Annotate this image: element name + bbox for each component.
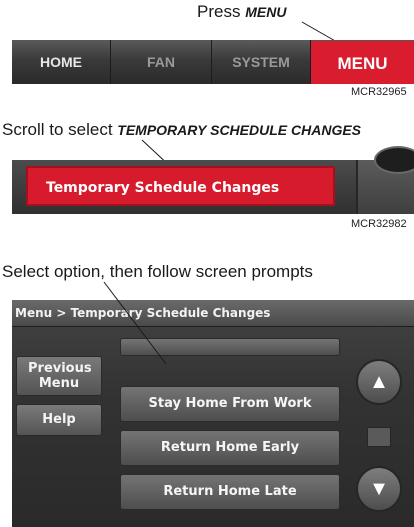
step3-callout: Select option, then follow screen prompt…: [2, 262, 313, 281]
previous-menu-label: Previous Menu: [28, 361, 92, 391]
main-nav-bar: HOME FAN SYSTEM MENU: [12, 40, 414, 84]
menu-list-panel: Temporary Schedule Changes: [12, 146, 414, 214]
scroll-up-button[interactable]: [374, 146, 414, 174]
tab-fan[interactable]: FAN: [111, 40, 212, 84]
help-button[interactable]: Help: [16, 404, 102, 436]
step3-leader-line: [103, 281, 167, 365]
step2-figure-code: MCR32982: [351, 218, 407, 230]
option-return-home-early[interactable]: Return Home Early: [120, 430, 340, 466]
step1-figure-code: MCR32965: [351, 86, 407, 98]
previous-menu-button[interactable]: Previous Menu: [16, 356, 102, 396]
option-stay-home-from-work[interactable]: Stay Home From Work: [120, 386, 340, 422]
tab-menu[interactable]: MENU: [311, 41, 414, 84]
scroll-up-arrow-icon[interactable]: ▲: [356, 359, 402, 405]
step2-callout-prefix: Scroll to select: [2, 120, 113, 139]
step1-callout-prefix: Press: [197, 2, 241, 21]
step2-callout: Scroll to select TEMPORARY SCHEDULE CHAN…: [2, 120, 361, 140]
temporary-schedule-screen: Menu > Temporary Schedule Changes Previo…: [12, 300, 414, 527]
step1-callout-key: MENU: [245, 4, 287, 20]
option-return-home-late[interactable]: Return Home Late: [120, 474, 340, 510]
breadcrumb: Menu > Temporary Schedule Changes: [12, 300, 414, 327]
step2-callout-key: TEMPORARY SCHEDULE CHANGES: [117, 122, 362, 138]
scroll-position-indicator: [367, 427, 391, 447]
temporary-schedule-changes-row[interactable]: Temporary Schedule Changes: [26, 166, 335, 206]
scroll-down-arrow-icon[interactable]: ▼: [356, 466, 402, 512]
tab-system[interactable]: SYSTEM: [212, 40, 311, 84]
tab-home[interactable]: HOME: [12, 40, 111, 84]
step1-callout: Press MENU: [197, 2, 286, 22]
